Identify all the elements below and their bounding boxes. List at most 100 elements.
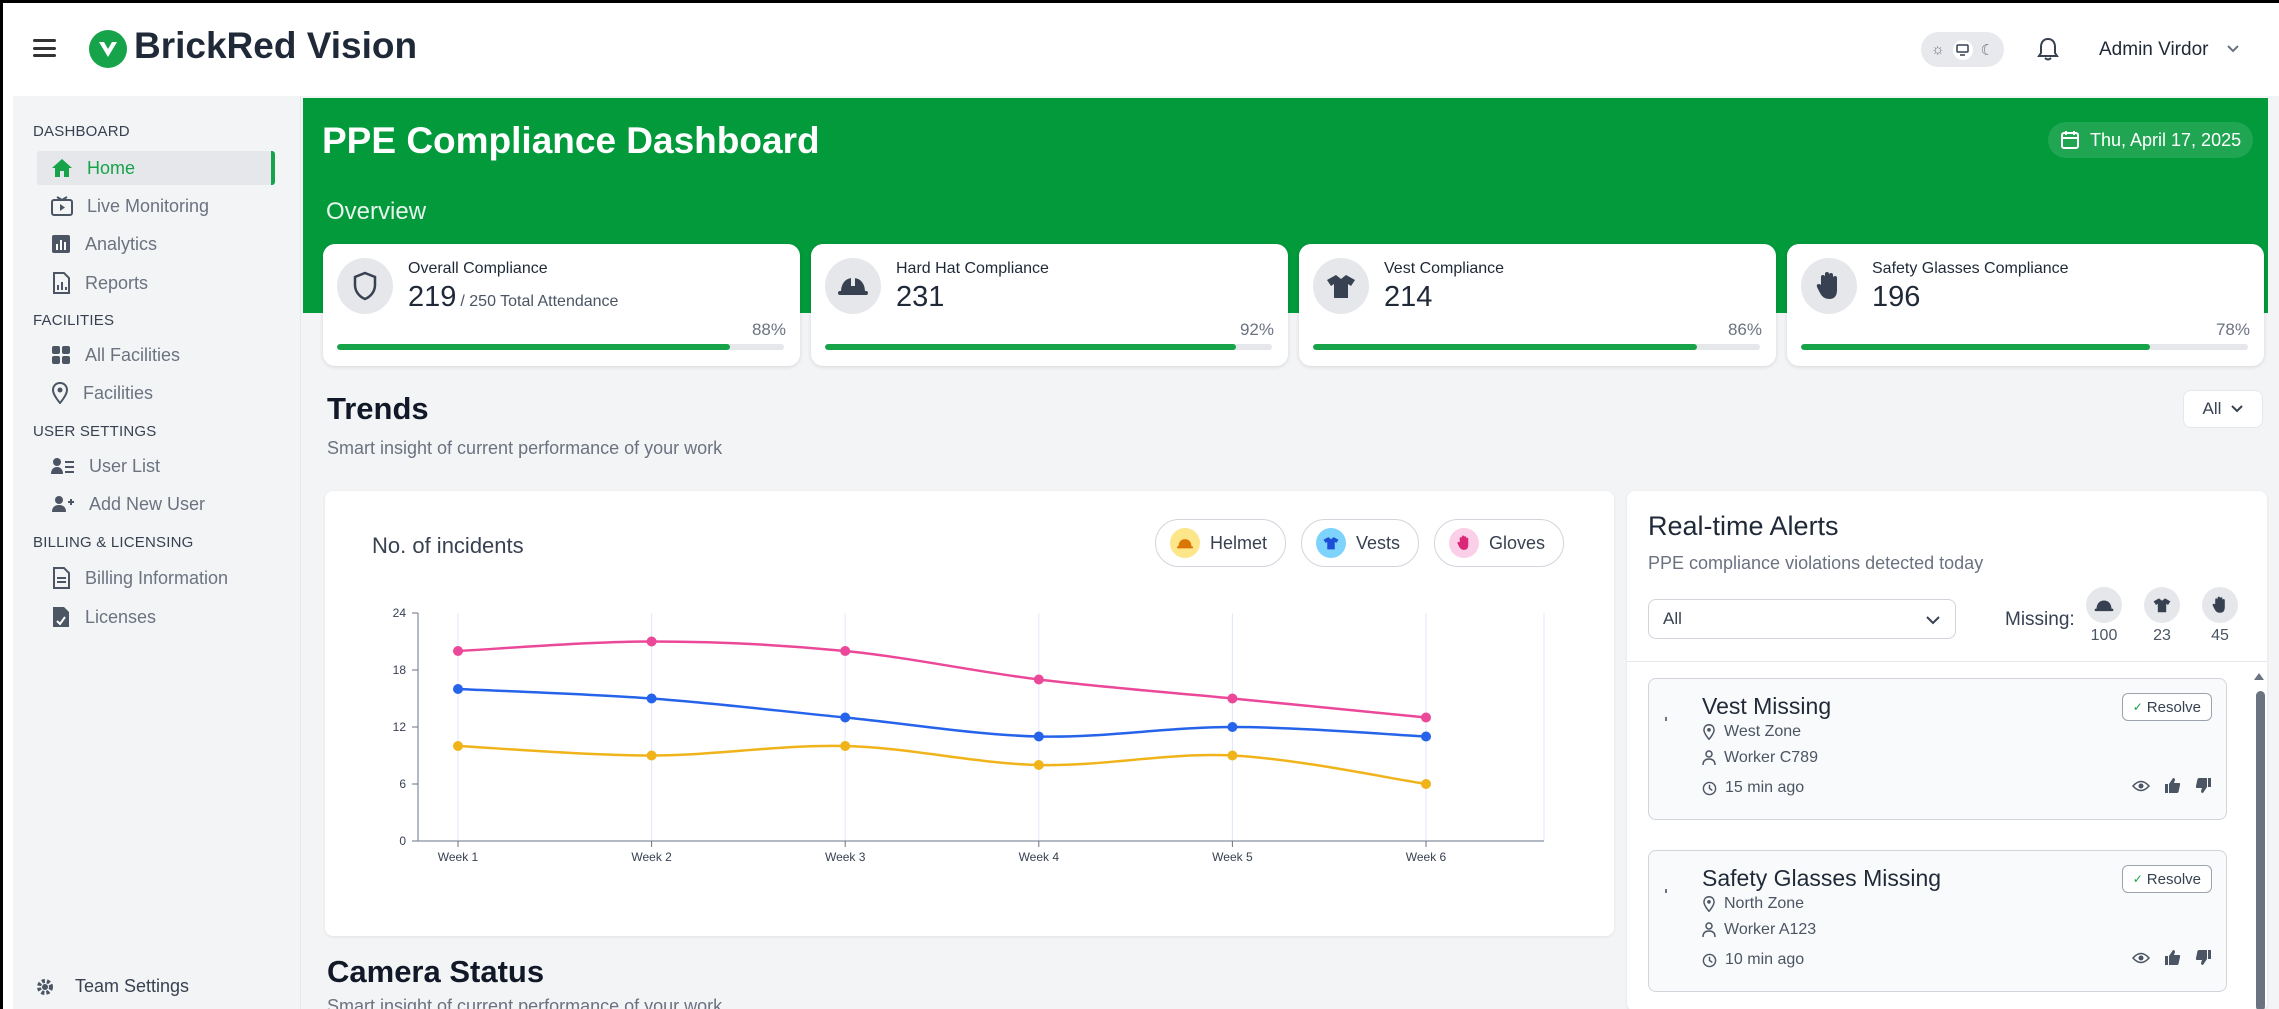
theme-toggle[interactable]: ☼ ☾ (1921, 32, 2004, 67)
alert-worker: Worker C789 (1702, 749, 1818, 767)
team-settings-link[interactable]: Team Settings (35, 976, 189, 997)
x-tick-label: Week 6 (1406, 850, 1447, 864)
sun-icon[interactable]: ☼ (1931, 41, 1945, 58)
check-icon: ✓ (2132, 700, 2143, 714)
kpi-label: Hard Hat Compliance (896, 260, 1049, 277)
date-display[interactable]: Thu, April 17, 2025 (2048, 122, 2254, 158)
sidebar-item-label: Analytics (85, 233, 158, 254)
y-tick-label: 18 (393, 663, 407, 677)
brand-name: BrickRed Vision (134, 25, 418, 66)
user-icon (1702, 922, 1716, 938)
alert-worker-text: Worker A123 (1724, 921, 1817, 938)
vest-icon (2144, 587, 2180, 623)
camera-status-title: Camera Status (327, 954, 545, 989)
kpi-label: Safety Glasses Compliance (1872, 260, 2069, 277)
thumbs-down-icon[interactable] (2195, 777, 2212, 794)
sidebar-item-label: All Facilities (85, 344, 181, 365)
eye-icon[interactable] (2132, 952, 2150, 964)
kpi-progress-fill (825, 344, 1237, 350)
vest-icon (1313, 258, 1369, 314)
camera-status-subtitle: Smart insight of current performance of … (327, 996, 723, 1009)
alert-title: Vest Missing (1702, 693, 1832, 719)
kpi-value: 196 (1872, 281, 1924, 314)
missing-count: 45 (2211, 627, 2229, 644)
kpi-card-overall: Overall Compliance 219/ 250 Total Attend… (323, 244, 800, 366)
alert-worker-text: Worker C789 (1724, 749, 1818, 766)
kpi-label: Overall Compliance (408, 260, 548, 277)
sidebar-item-user-list[interactable]: User List (37, 449, 275, 483)
resolve-button[interactable]: ✓ Resolve (2121, 865, 2212, 893)
thumbs-up-icon[interactable] (2164, 949, 2181, 966)
date-label: Thu, April 17, 2025 (2090, 129, 2242, 150)
series-line-helmet (457, 744, 1427, 786)
thumbs-up-icon[interactable] (2164, 777, 2181, 794)
alerts-title: Real-time Alerts (1648, 511, 1839, 541)
sidebar-item-home[interactable]: Home (37, 151, 275, 185)
resolve-button[interactable]: ✓ Resolve (2121, 693, 2212, 721)
chevron-down-icon (2231, 405, 2244, 413)
x-tick-label: Week 5 (1212, 850, 1253, 864)
sidebar-item-add-new-user[interactable]: Add New User (37, 487, 275, 521)
alert-card[interactable]: Safety Glasses Missing ✓ Resolve North Zo… (1648, 850, 2227, 992)
admin-user-menu[interactable]: Admin Virdor (2099, 39, 2208, 61)
alert-worker: Worker A123 (1702, 921, 1816, 939)
sidebar-item-live-monitoring[interactable]: Live Monitoring (37, 189, 275, 223)
missing-safety-glasses[interactable]: 45 (2200, 587, 2240, 645)
location-pin-icon (1703, 896, 1715, 912)
kpi-value-number: 231 (896, 281, 945, 313)
sidebar-item-reports[interactable]: Reports (37, 266, 275, 300)
alert-title: Safety Glasses Missing (1702, 865, 1942, 891)
kpi-card-vest: Vest Compliance 214 86% (1299, 244, 1776, 366)
kpi-value: 231 (896, 281, 948, 314)
moon-icon[interactable]: ☾ (1981, 41, 1994, 59)
resolve-label: Resolve (2146, 698, 2201, 716)
sidebar-section-facilities: FACILITIES (33, 312, 115, 329)
sidebar-item-facilities[interactable]: Facilities (37, 376, 275, 410)
license-icon (53, 607, 69, 627)
resolve-label: Resolve (2146, 870, 2201, 888)
sidebar-section-user-settings: USER SETTINGS (33, 423, 157, 440)
sidebar-item-licenses[interactable]: Licenses (37, 600, 275, 634)
alerts-scrollbar[interactable] (2256, 691, 2265, 1009)
alert-zone-text: North Zone (1724, 895, 1805, 912)
user-icon (1702, 750, 1716, 766)
kpi-progress-bar (337, 344, 784, 350)
kpi-progress-fill (1801, 344, 2150, 350)
team-settings-label: Team Settings (75, 976, 190, 996)
data-point-helmet (1227, 750, 1238, 761)
sidebar-item-all-facilities[interactable]: All Facilities (37, 338, 275, 372)
alert-time-text: 15 min ago (1725, 779, 1805, 796)
sidebar-item-billing-information[interactable]: Billing Information (37, 561, 275, 595)
alerts-filter-select[interactable]: All (1648, 599, 1956, 639)
trends-filter-dropdown[interactable]: All (2183, 390, 2263, 428)
data-point-gloves (646, 636, 657, 647)
y-tick-label: 0 (399, 834, 406, 848)
calendar-icon (2061, 131, 2079, 149)
kpi-value-number: 214 (1384, 281, 1433, 313)
kpi-percent: 88% (751, 320, 786, 339)
notification-bell-icon[interactable] (2036, 36, 2060, 67)
trends-subtitle: Smart insight of current performance of … (327, 438, 723, 458)
sidebar-item-analytics[interactable]: Analytics (37, 227, 275, 261)
user-plus-icon (52, 496, 74, 512)
chevron-down-icon[interactable] (2226, 41, 2240, 57)
chart-icon (52, 235, 70, 253)
eye-icon[interactable] (2132, 780, 2150, 792)
thumbs-down-icon[interactable] (2195, 949, 2212, 966)
hamburger-menu-icon[interactable] (33, 39, 56, 57)
trends-filter-value: All (2202, 399, 2222, 418)
missing-vest[interactable]: 23 (2142, 587, 2182, 645)
scroll-up-arrow[interactable] (2254, 673, 2264, 680)
alert-card[interactable]: Vest Missing ✓ Resolve West Zone Worker C… (1648, 678, 2227, 820)
data-point-gloves (840, 646, 851, 656)
data-point-helmet (453, 741, 463, 751)
divider (1627, 661, 2267, 662)
brand-logo-icon (89, 30, 127, 68)
data-point-helmet (1033, 760, 1044, 770)
data-point-vests (1033, 731, 1044, 742)
alert-marker (1665, 889, 1667, 893)
missing-hard-hat[interactable]: 100 (2084, 587, 2124, 645)
grid-icon (52, 346, 70, 364)
sidebar-item-label: Add New User (89, 493, 206, 514)
monitor-icon[interactable] (1952, 39, 1973, 60)
